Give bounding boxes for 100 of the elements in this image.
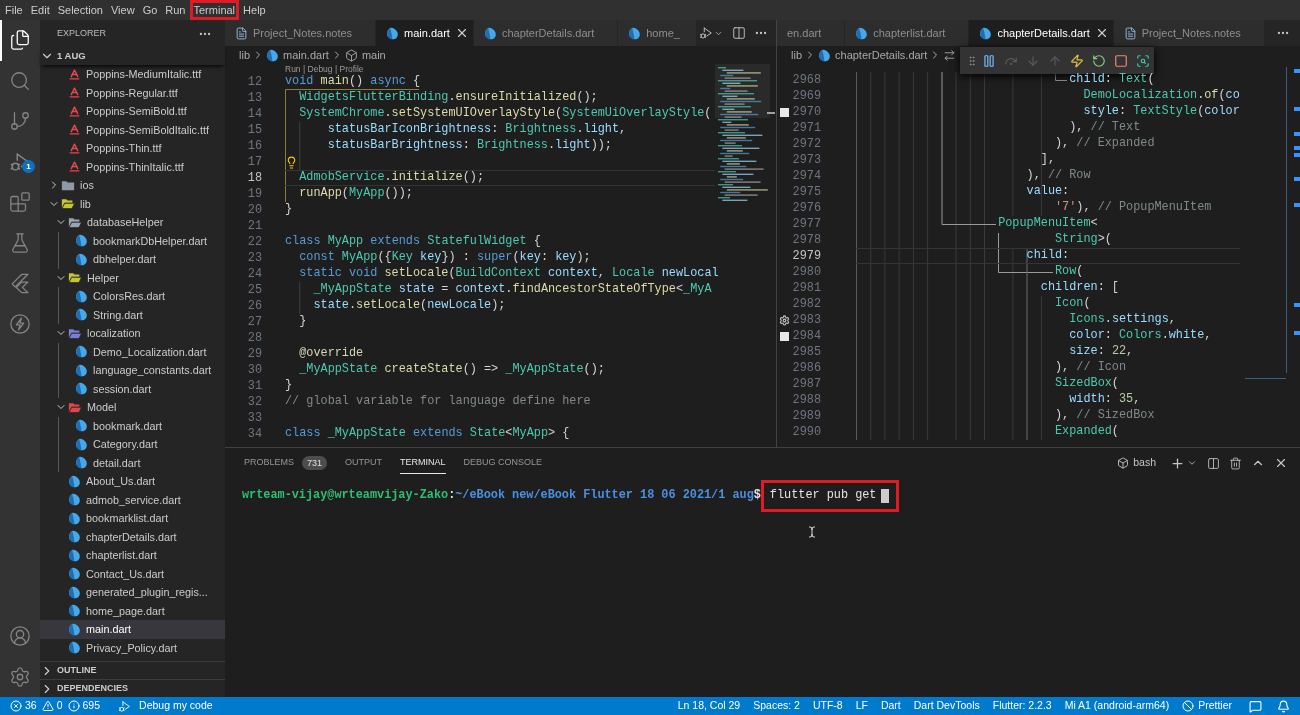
status-item[interactable]: Flutter: 2.2.3 <box>992 698 1052 714</box>
cube-icon <box>1117 457 1130 469</box>
panel-tab[interactable]: PROBLEMS 731 <box>244 452 328 474</box>
menu-item[interactable]: Selection <box>53 0 107 20</box>
breadcrumb-item[interactable] <box>943 48 957 62</box>
line-number: 25 <box>247 282 262 298</box>
breadcrumb-item[interactable]: chapterDetails.dart <box>818 46 928 64</box>
tree-item[interactable]: main.dart <box>40 620 225 639</box>
pause-icon[interactable] <box>982 53 996 68</box>
breadcrumb-item[interactable]: main.dart <box>266 46 329 64</box>
tree-item[interactable]: localization <box>40 324 225 343</box>
menu-item[interactable]: Terminal <box>189 0 240 20</box>
message-icon[interactable] <box>1249 699 1262 713</box>
menu-item[interactable]: Help <box>239 0 270 20</box>
section-header[interactable]: OUTLINE <box>40 661 225 679</box>
editor-tab[interactable]: Project_Notes.notes <box>1113 20 1265 46</box>
menu-item[interactable]: Go <box>138 0 162 20</box>
editor-tab[interactable]: chapterlist.dart <box>845 20 970 46</box>
debug-target[interactable]: Debug my code <box>118 698 213 714</box>
problems-indicator[interactable]: 36 0 695 <box>10 698 101 714</box>
lightning-icon[interactable] <box>1070 53 1084 68</box>
tree-item[interactable]: Category.dart <box>40 435 225 454</box>
tree-item[interactable]: String.dart <box>40 305 225 324</box>
panel-tab[interactable]: TERMINAL <box>400 452 446 474</box>
line-number: 24 <box>247 266 262 282</box>
tree-item[interactable]: Poppins-SemiBold.ttf <box>40 102 225 121</box>
status-item[interactable]: LF <box>855 698 868 714</box>
line-number: 32 <box>247 394 262 410</box>
tree-item[interactable]: Model <box>40 398 225 417</box>
tree-item[interactable]: generated_plugin_regis... <box>40 583 225 602</box>
menu-item[interactable]: File <box>1 0 27 20</box>
tree-item[interactable]: ColorsRes.dart <box>40 287 225 306</box>
tree-item[interactable]: Demo_Localization.dart <box>40 342 225 361</box>
tree-item[interactable]: bookmarkDbHelper.dart <box>40 231 225 250</box>
file-type-icon <box>75 456 88 470</box>
tree-item[interactable]: admob_service.dart <box>40 490 225 509</box>
status-item[interactable]: Dart DevTools <box>913 698 980 714</box>
split-icon[interactable] <box>1207 456 1220 470</box>
lightbulb-icon[interactable] <box>285 155 298 169</box>
plus-icon[interactable] <box>1170 455 1185 471</box>
editor-tab[interactable]: home_ <box>618 20 696 46</box>
status-item[interactable]: Mi A1 (android-arm64) <box>1064 698 1170 714</box>
section-header[interactable]: 1 AUG <box>40 47 225 65</box>
close-icon[interactable] <box>1274 456 1288 470</box>
chevron-down-icon[interactable] <box>1187 458 1197 468</box>
menu-item[interactable]: View <box>106 0 139 20</box>
tree-item[interactable]: ios <box>40 176 225 195</box>
code-line: class MyApp extends StatefulWidget { <box>285 233 541 251</box>
status-item[interactable]: Ln 18, Col 29 <box>677 698 741 714</box>
line-number: 2972 <box>792 136 821 152</box>
tree-item[interactable]: Privacy_Policy.dart <box>40 638 225 657</box>
tree-item[interactable]: detail.dart <box>40 453 225 472</box>
tree-item[interactable]: chapterlist.dart <box>40 546 225 565</box>
file-type-icon <box>979 26 993 40</box>
breadcrumb-item[interactable]: lib <box>239 46 250 64</box>
tree-item[interactable]: Helper <box>40 268 225 287</box>
editor-tab[interactable]: chapterDetails.dart <box>969 20 1114 46</box>
editor-tab[interactable]: main.dart <box>376 20 474 46</box>
tree-item[interactable]: language_constants.dart <box>40 361 225 380</box>
tree-item[interactable]: lib <box>40 194 225 213</box>
tree-item[interactable]: Poppins-SemiBoldItalic.ttf <box>40 120 225 139</box>
breadcrumb-item[interactable]: lib <box>791 46 802 64</box>
status-item[interactable]: Dart <box>880 698 901 714</box>
tree-item[interactable]: bookmark.dart <box>40 416 225 435</box>
trash-icon[interactable] <box>1229 456 1242 470</box>
grip-icon[interactable] <box>966 53 978 68</box>
tree-item[interactable]: dbhelper.dart <box>40 250 225 269</box>
split-editor-icon[interactable] <box>732 26 746 40</box>
tree-item[interactable]: Poppins-Thin.ttf <box>40 139 225 158</box>
editor-tab[interactable]: en.dart <box>777 20 846 46</box>
tree-item[interactable]: Contact_Us.dart <box>40 564 225 583</box>
breadcrumb-item[interactable]: main <box>344 46 386 64</box>
panel-tab[interactable]: DEBUG CONSOLE <box>463 452 543 474</box>
tree-item[interactable]: databaseHelper <box>40 213 225 232</box>
tree-item[interactable]: home_page.dart <box>40 601 225 620</box>
run-debug-icon[interactable] <box>699 26 713 40</box>
status-item[interactable]: UTF-8 <box>812 698 843 714</box>
editor-tab[interactable]: chapterDetails.dart <box>473 20 619 46</box>
bell-icon[interactable] <box>1277 699 1290 713</box>
restart-icon[interactable] <box>1092 53 1106 68</box>
terminal-selector[interactable]: bash <box>1117 455 1156 471</box>
tree-item[interactable]: Poppins-Regular.ttf <box>40 83 225 102</box>
tree-item[interactable]: bookmarklist.dart <box>40 509 225 528</box>
stop-icon[interactable] <box>1114 53 1128 68</box>
tree-item[interactable]: Poppins-ThinItalic.ttf <box>40 157 225 176</box>
status-item[interactable]: Spaces: 2 <box>753 698 800 714</box>
tree-item[interactable]: About_Us.dart <box>40 472 225 491</box>
magnifier-icon[interactable] <box>1136 53 1150 68</box>
file-type-icon <box>75 437 88 451</box>
menu-item[interactable]: Run <box>161 0 190 20</box>
code-line: child: <box>1026 247 1070 265</box>
tree-item[interactable]: session.dart <box>40 379 225 398</box>
tree-item[interactable]: chapterDetails.dart <box>40 527 225 546</box>
editor-tab[interactable]: Project_Notes.notes <box>225 20 377 46</box>
panel-tab[interactable]: OUTPUT <box>345 452 383 474</box>
status-item[interactable]: Prettier <box>1182 698 1232 714</box>
tree-item[interactable]: Poppins-MediumItalic.ttf <box>40 65 225 84</box>
menu-item[interactable]: Edit <box>26 0 54 20</box>
activity-bar-button[interactable]: 1 <box>0 141 40 182</box>
codelens[interactable]: Run | Debug | Profile <box>285 64 715 74</box>
